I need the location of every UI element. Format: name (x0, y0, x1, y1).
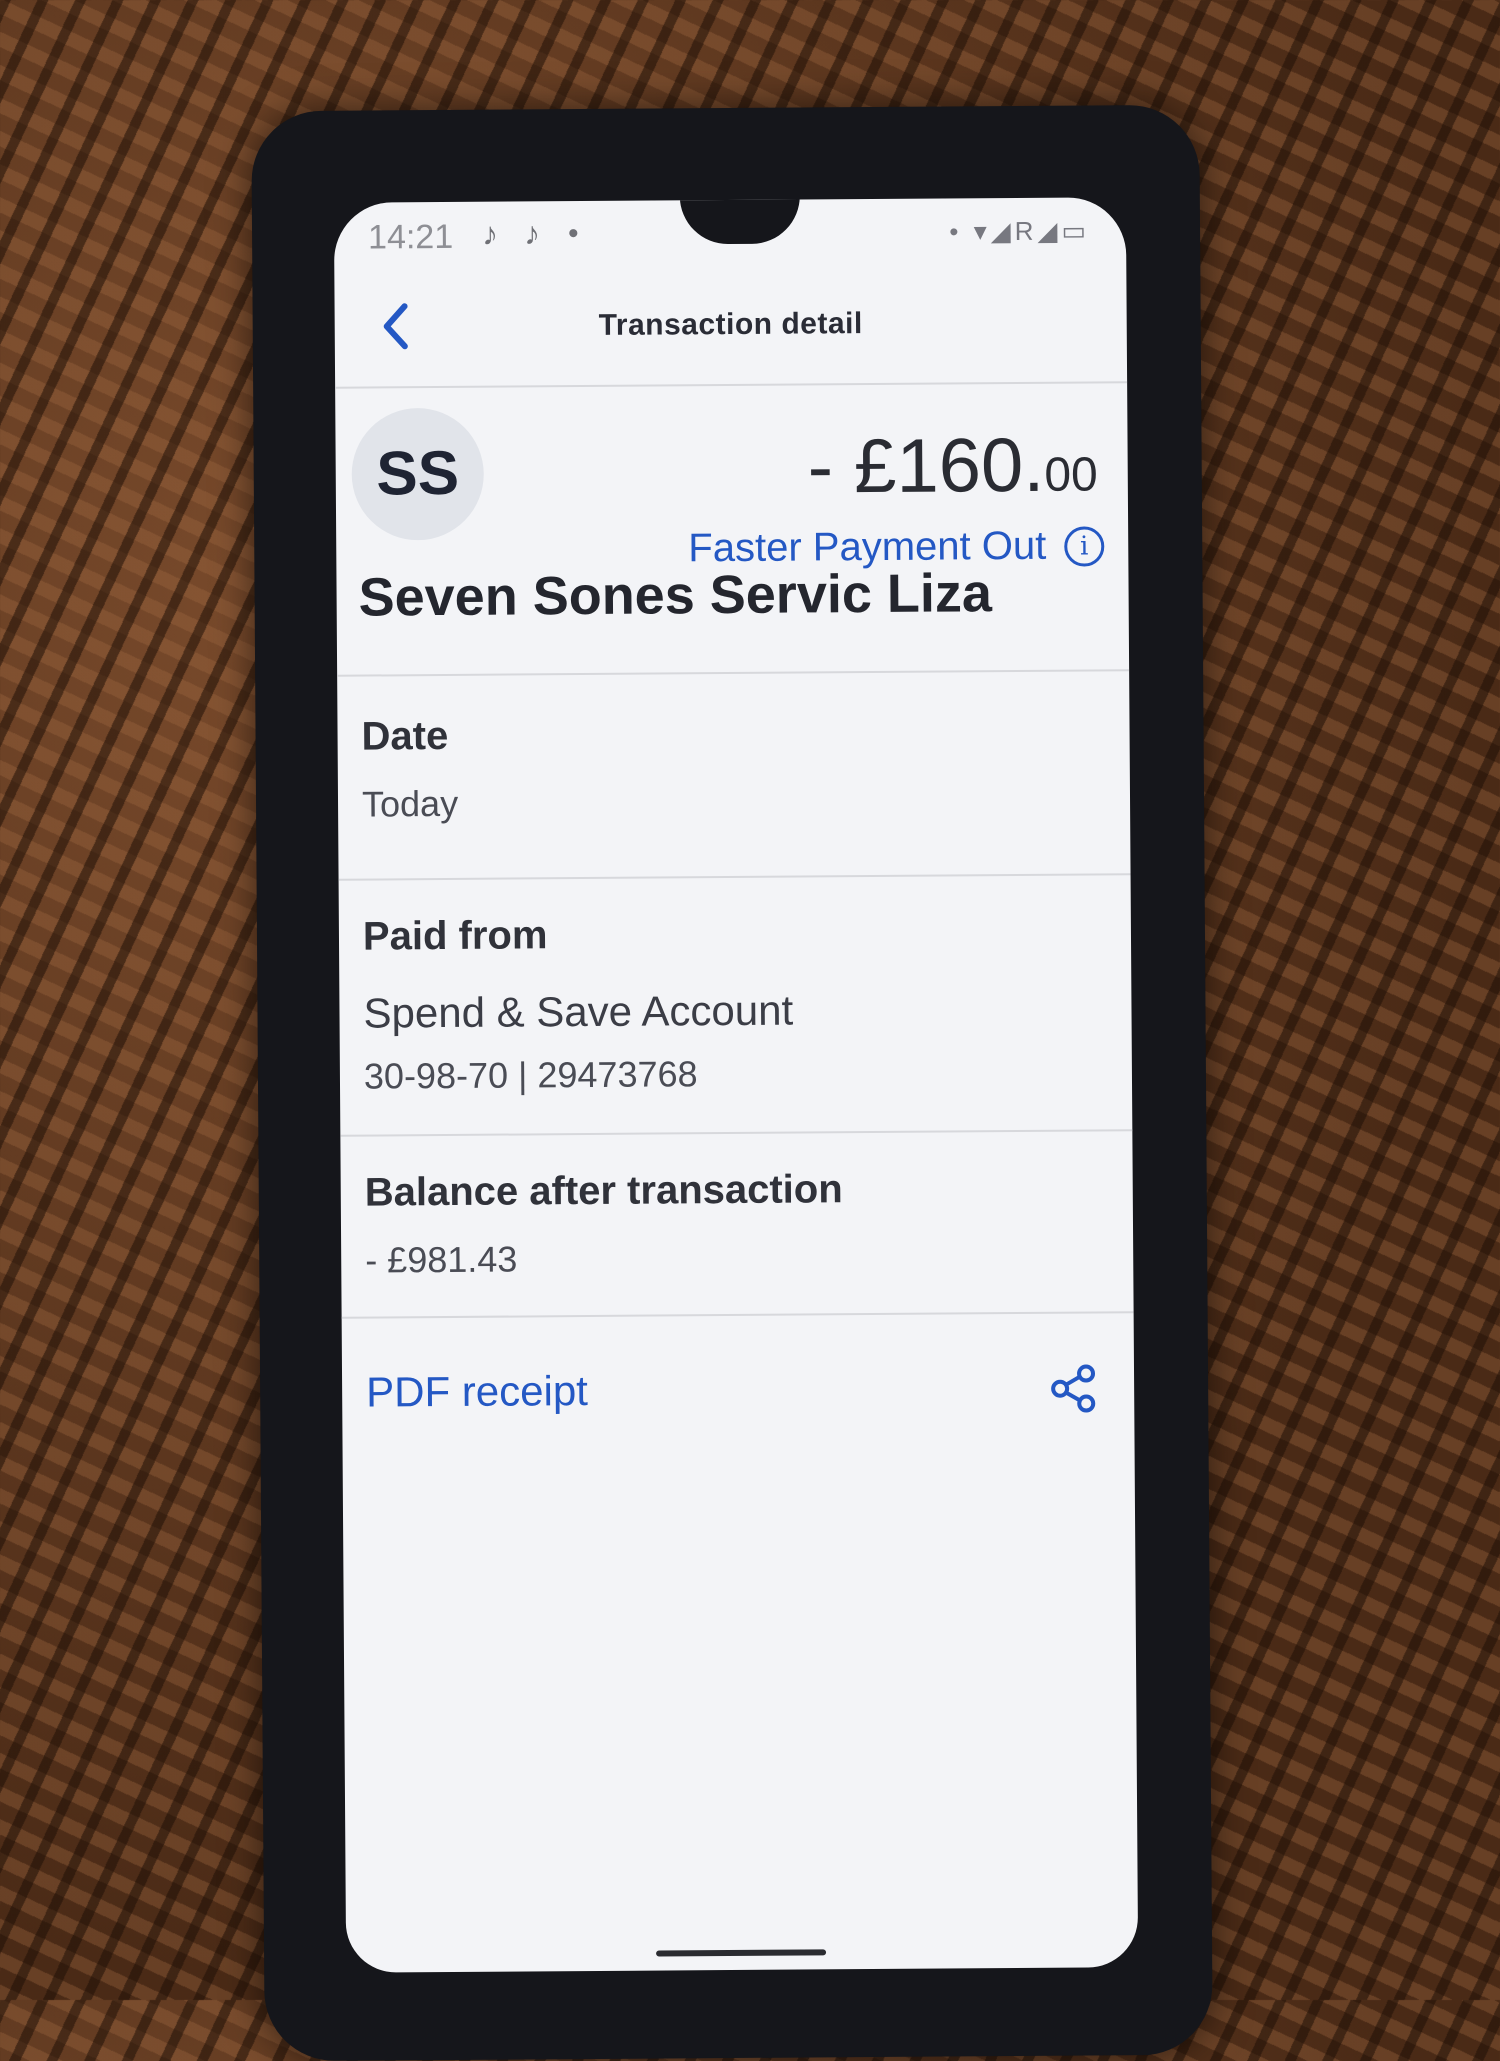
tiktok-icon: ♪ (481, 215, 499, 252)
phone-device: 14:21 ♪ ♪ • • ▾◢R◢▭ Transaction detail S… (251, 104, 1213, 2061)
share-icon (1051, 1364, 1096, 1413)
status-icons: • ▾◢R◢▭ (949, 215, 1091, 247)
phone-screen: 14:21 ♪ ♪ • • ▾◢R◢▭ Transaction detail S… (333, 197, 1139, 1973)
amount-minor: 00 (1044, 448, 1098, 502)
payee-name: Seven Sones Servic Liza (358, 563, 993, 628)
page-title: Transaction detail (598, 307, 863, 342)
paid-from-section: Paid from Spend & Save Account 30-98-70 … (363, 912, 794, 1098)
section-divider (337, 669, 1130, 677)
section-divider (338, 873, 1131, 881)
status-bar: 14:21 ♪ ♪ • • ▾◢R◢▭ (334, 197, 1126, 275)
balance-label: Balance after transaction (364, 1167, 843, 1215)
balance-value: - £981.43 (365, 1238, 518, 1281)
info-icon[interactable]: i (1064, 525, 1105, 567)
tiktok-icon: ♪ (523, 215, 541, 252)
account-name: Spend & Save Account (363, 986, 794, 1037)
notification-dot-icon: • (567, 217, 579, 251)
pdf-receipt-row[interactable]: PDF receipt (342, 1363, 1135, 1449)
date-label: Date (361, 713, 449, 759)
status-time: 14:21 (367, 217, 454, 257)
amount-main: - £160. (807, 422, 1045, 510)
share-button[interactable] (1048, 1363, 1098, 1413)
date-section: Date Today (361, 714, 458, 826)
balance-section: Balance after transaction - £981.43 (365, 1167, 844, 1281)
home-indicator[interactable] (656, 1949, 827, 1957)
pdf-receipt-link[interactable]: PDF receipt (366, 1367, 588, 1417)
account-numbers: 30-98-70 | 29473768 (363, 1053, 698, 1097)
paid-from-label: Paid from (362, 913, 548, 959)
transaction-amount: - £160.00 (807, 421, 1098, 510)
section-divider (341, 1311, 1134, 1319)
date-value: Today (361, 782, 459, 825)
app-header: Transaction detail (334, 269, 1127, 385)
avatar: SS (351, 407, 485, 541)
camera-notch (679, 197, 801, 245)
section-divider (340, 1129, 1133, 1137)
